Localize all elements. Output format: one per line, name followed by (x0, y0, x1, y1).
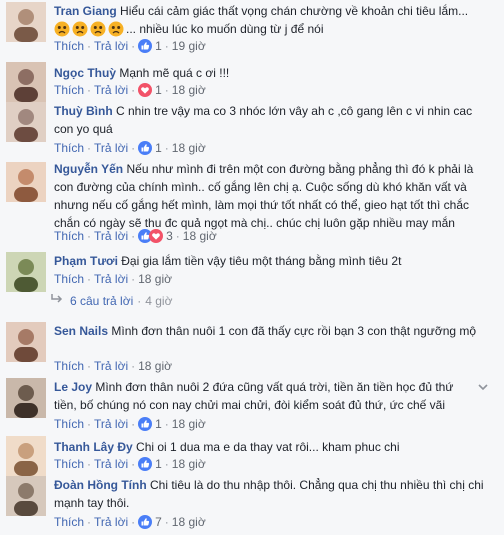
reaction-count[interactable]: 1 (155, 39, 162, 53)
comment-text: C nhin tre vậy ma co 3 nhóc lớn vây ah c… (54, 104, 473, 136)
reply-button[interactable]: Trả lời (94, 141, 128, 155)
avatar[interactable] (6, 476, 46, 516)
timestamp[interactable]: 19 giờ (172, 39, 206, 53)
comment-feed: Tran Giang Hiểu cái cảm giác thất vọng c… (0, 0, 504, 535)
avatar[interactable] (6, 2, 46, 42)
timestamp[interactable]: 18 giờ (172, 515, 206, 529)
reply-button[interactable]: Trả lời (94, 515, 128, 529)
reaction-count[interactable]: 1 (155, 141, 162, 155)
comment-text: Hiểu cái cảm giác thất vọng chán chường … (116, 4, 469, 18)
commenter-name[interactable]: Đoàn Hồng Tính (54, 478, 147, 492)
timestamp[interactable]: 18 giờ (138, 359, 172, 373)
commenter-name[interactable]: Sen Nails (54, 324, 108, 338)
love-icon[interactable] (149, 228, 164, 243)
like-button[interactable]: Thích (54, 83, 84, 97)
like-icon[interactable] (138, 456, 153, 471)
reply-button[interactable]: Trả lời (94, 417, 128, 431)
sad-face-icon (54, 21, 70, 37)
reaction-count[interactable]: 7 (155, 515, 162, 529)
like-icon[interactable] (138, 140, 153, 155)
sad-face-icon (90, 21, 106, 37)
timestamp[interactable]: 18 giờ (138, 272, 172, 286)
reply-button[interactable]: Trả lời (94, 359, 128, 373)
like-button[interactable]: Thích (54, 141, 84, 155)
timestamp[interactable]: 18 giờ (172, 417, 206, 431)
comment-text: Mình đơn thân nuôi 1 con đã thấy cực rồi… (108, 324, 477, 338)
commenter-name[interactable]: Tran Giang (54, 4, 117, 18)
avatar[interactable] (6, 322, 46, 362)
reply-button[interactable]: Trả lời (94, 83, 128, 97)
timestamp[interactable]: 18 giờ (172, 457, 206, 471)
avatar[interactable] (6, 436, 46, 476)
commenter-name[interactable]: Le Joy (54, 380, 92, 394)
like-button[interactable]: Thích (54, 457, 84, 471)
comment-text: Mạnh mẽ quá c ơi !!! (116, 66, 230, 80)
reply-button[interactable]: Trả lời (94, 39, 128, 53)
more-options-icon[interactable] (476, 380, 490, 394)
timestamp[interactable]: 4 giờ (145, 294, 172, 308)
like-button[interactable]: Thích (54, 515, 84, 529)
timestamp[interactable]: 18 giờ (183, 229, 217, 243)
avatar[interactable] (6, 162, 46, 202)
reply-button[interactable]: Trả lời (94, 272, 128, 286)
reply-button[interactable]: Trả lời (94, 229, 128, 243)
commenter-name[interactable]: Phạm Tươi (54, 254, 118, 268)
like-button[interactable]: Thích (54, 417, 84, 431)
comment-text-continued: ... nhiều lúc ko muốn dùng từ j để nói (126, 22, 324, 36)
comment-text: Chi oi 1 dua ma e da thay vat rôi... kha… (132, 440, 400, 454)
reaction-count[interactable]: 3 (166, 229, 173, 243)
love-icon[interactable] (138, 82, 153, 97)
view-replies-link[interactable]: 6 câu trả lời (70, 294, 133, 308)
reply-arrow-icon (50, 291, 64, 311)
sad-face-icon (72, 21, 88, 37)
reaction-count[interactable]: 1 (155, 457, 162, 471)
timestamp[interactable]: 18 giờ (172, 83, 206, 97)
commenter-name[interactable]: Ngọc Thuỳ (54, 66, 116, 80)
sad-face-icon (108, 21, 124, 37)
reply-button[interactable]: Trả lời (94, 457, 128, 471)
like-icon[interactable] (138, 514, 153, 529)
like-button[interactable]: Thích (54, 39, 84, 53)
like-button[interactable]: Thích (54, 229, 84, 243)
avatar[interactable] (6, 378, 46, 418)
timestamp[interactable]: 18 giờ (172, 141, 206, 155)
commenter-name[interactable]: Nguyễn Yến (54, 162, 123, 176)
avatar[interactable] (6, 252, 46, 292)
reaction-count[interactable]: 1 (155, 83, 162, 97)
like-button[interactable]: Thích (54, 272, 84, 286)
like-button[interactable]: Thích (54, 359, 84, 373)
like-icon[interactable] (138, 416, 153, 431)
commenter-name[interactable]: Thuỳ Bình (54, 104, 113, 118)
view-replies-row[interactable]: 6 câu trả lời · 4 giờ (50, 291, 490, 311)
like-icon[interactable] (138, 38, 153, 53)
avatar[interactable] (6, 62, 46, 102)
commenter-name[interactable]: Thanh Lây Đy (54, 440, 133, 454)
comment-text: Đại gia lắm tiền vậy tiêu một tháng bằng… (117, 254, 402, 268)
avatar[interactable] (6, 102, 46, 142)
reaction-count[interactable]: 1 (155, 417, 162, 431)
comment-text: Mình đơn thân nuôi 2 đứa cũng vất quá tr… (54, 380, 454, 412)
